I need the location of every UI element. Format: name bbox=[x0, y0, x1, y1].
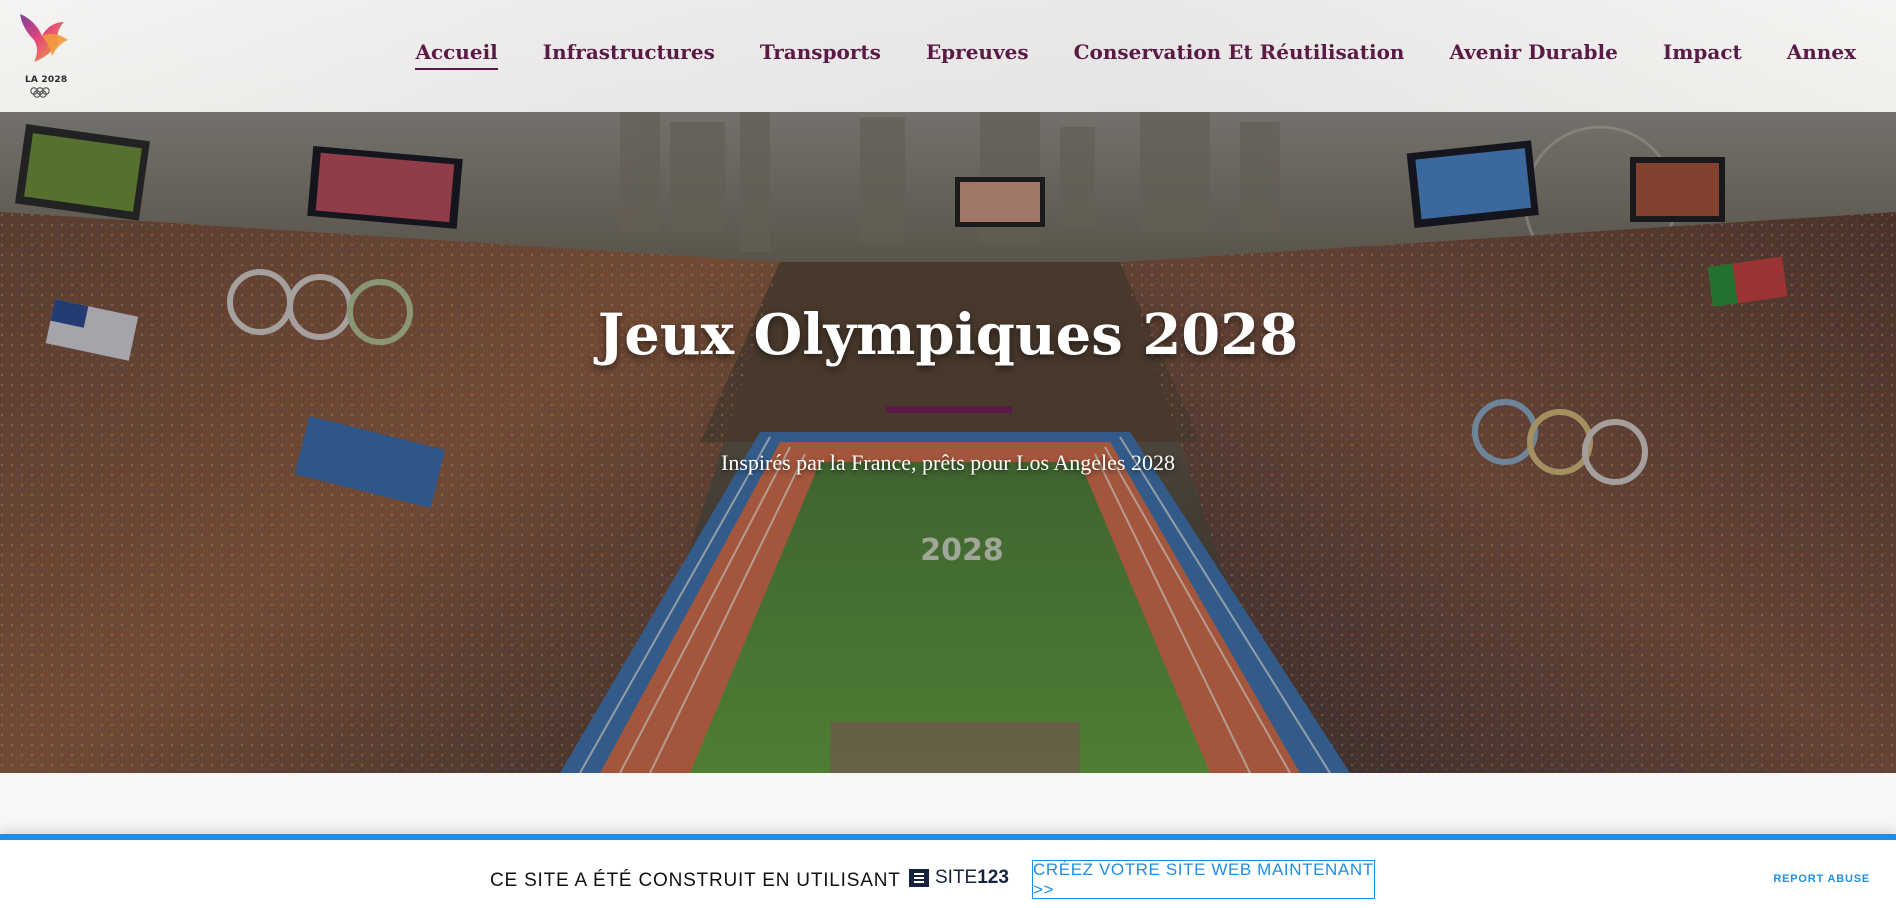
nav-item-transports[interactable]: Transports bbox=[760, 40, 881, 70]
nav-item-annex[interactable]: Annex bbox=[1787, 40, 1856, 70]
create-website-button[interactable]: CRÉEZ VOTRE SITE WEB MAINTENANT >> bbox=[1032, 860, 1375, 899]
la2028-logo-icon[interactable] bbox=[16, 8, 72, 100]
nav-item-infrastructures[interactable]: Infrastructures bbox=[543, 40, 715, 70]
nav-item-impact[interactable]: Impact bbox=[1663, 40, 1742, 70]
site123-logo-icon bbox=[909, 869, 929, 887]
report-abuse-link[interactable]: REPORT ABUSE bbox=[1773, 873, 1870, 885]
nav-item-accueil[interactable]: Accueil bbox=[415, 40, 499, 70]
hero-divider bbox=[886, 406, 1012, 413]
nav-item-epreuves[interactable]: Epreuves bbox=[926, 40, 1029, 70]
hero-section: 2028 Jeux Olympiques 2028 Inspirés par l… bbox=[0, 112, 1896, 773]
main-nav: Accueil Infrastructures Transports Epreu… bbox=[370, 40, 1856, 70]
hero-subtitle: Inspirés par la France, prêts pour Los A… bbox=[721, 450, 1175, 475]
site123-brand[interactable]: SITE123 bbox=[907, 866, 1009, 890]
hero-overlay bbox=[0, 112, 1896, 773]
site123-brand-name: SITE123 bbox=[935, 867, 1009, 888]
content-area bbox=[0, 773, 1896, 835]
nav-item-conservation[interactable]: Conservation Et Réutilisation bbox=[1074, 40, 1405, 70]
site123-banner: CE SITE A ÉTÉ CONSTRUIT EN UTILISANT SIT… bbox=[0, 834, 1896, 908]
hero-title: Jeux Olympiques 2028 bbox=[597, 302, 1299, 368]
site-header: LA 2028 Accueil Infrastructures Transpor… bbox=[0, 0, 1896, 112]
banner-text: CE SITE A ÉTÉ CONSTRUIT EN UTILISANT bbox=[490, 870, 901, 891]
nav-item-avenir-durable[interactable]: Avenir Durable bbox=[1449, 40, 1617, 70]
logo-text: LA 2028 bbox=[25, 75, 68, 85]
